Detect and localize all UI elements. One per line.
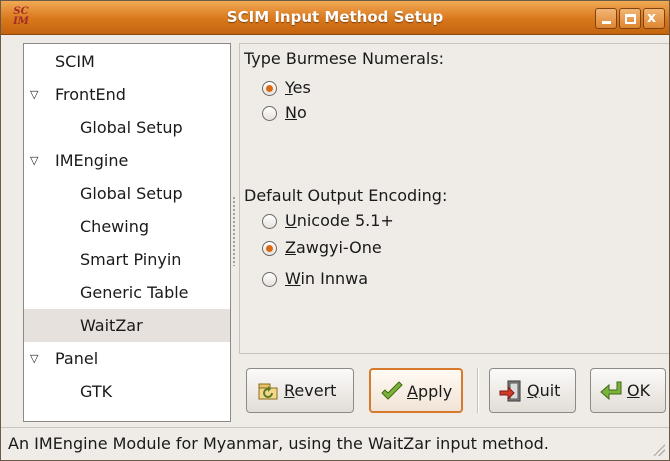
- tree-item-imengine[interactable]: ▽ IMEngine: [24, 144, 230, 177]
- radio-label: Yes: [285, 78, 311, 97]
- tree-item-generic-table[interactable]: Generic Table: [24, 276, 230, 309]
- close-icon: x: [647, 10, 657, 26]
- minimize-icon: [602, 21, 611, 24]
- tree-item-label: SCIM: [55, 52, 95, 71]
- tree-item-imengine-global-setup[interactable]: Global Setup: [24, 177, 230, 210]
- tree-item-label: GTK: [80, 382, 113, 401]
- expander-expanded-icon[interactable]: ▽: [30, 144, 38, 177]
- tree-item-label: WaitZar: [80, 316, 143, 335]
- ok-label: OK: [627, 381, 651, 400]
- radio-checked-icon: [262, 81, 277, 96]
- waitzar-settings-panel: Type Burmese Numerals: Yes No Default Ou…: [239, 43, 669, 354]
- tree-item-panel[interactable]: ▽ Panel: [24, 342, 230, 375]
- title-bar[interactable]: SC IM SCIM Input Method Setup x: [1, 1, 669, 35]
- pane-splitter[interactable]: [232, 196, 236, 266]
- radio-label: No: [285, 103, 307, 122]
- setup-window: SC IM SCIM Input Method Setup x SCIM ▽ F…: [0, 0, 670, 461]
- tree-item-label: IMEngine: [55, 151, 129, 170]
- revert-label: Revert: [284, 381, 337, 400]
- revert-icon: [258, 383, 278, 400]
- status-bar: An IMEngine Module for Myanmar, using th…: [1, 427, 669, 460]
- apply-label: Apply: [407, 382, 453, 401]
- tree-item-gtk[interactable]: GTK: [24, 375, 230, 408]
- tree-item-label: Smart Pinyin: [80, 250, 182, 269]
- settings-tree[interactable]: SCIM ▽ FrontEnd Global Setup ▽ IMEngine …: [23, 43, 231, 422]
- radio-label: Win Innwa: [285, 269, 369, 288]
- tree-item-label: Chewing: [80, 217, 149, 236]
- tree-item-label: FrontEnd: [55, 85, 126, 104]
- expander-expanded-icon[interactable]: ▽: [30, 342, 38, 375]
- expander-expanded-icon[interactable]: ▽: [30, 78, 38, 111]
- button-separator: [477, 368, 479, 413]
- tree-item-label: Global Setup: [80, 184, 183, 203]
- minimize-button[interactable]: [595, 8, 617, 29]
- enter-arrow-icon: [600, 381, 622, 401]
- tree-item-frontend-global-setup[interactable]: Global Setup: [24, 111, 230, 144]
- tree-item-waitzar[interactable]: WaitZar: [24, 309, 230, 342]
- tree-item-label: Generic Table: [80, 283, 189, 302]
- checkmark-icon: [381, 381, 403, 400]
- tree-item-chewing[interactable]: Chewing: [24, 210, 230, 243]
- tree-item-frontend[interactable]: ▽ FrontEnd: [24, 78, 230, 111]
- status-text: An IMEngine Module for Myanmar, using th…: [8, 434, 549, 453]
- numerals-group-title: Type Burmese Numerals:: [244, 49, 445, 68]
- tree-item-label: Panel: [55, 349, 99, 368]
- radio-label: Unicode 5.1+: [285, 211, 394, 230]
- close-button[interactable]: x: [643, 8, 665, 29]
- tree-item-scim[interactable]: SCIM: [24, 45, 230, 78]
- radio-label: Zawgyi-One: [285, 238, 382, 257]
- quit-label: Quit: [527, 381, 561, 400]
- radio-unchecked-icon: [262, 272, 277, 287]
- exit-door-icon: [499, 380, 521, 402]
- tree-item-label: Global Setup: [80, 118, 183, 137]
- radio-unchecked-icon: [262, 214, 277, 229]
- radio-unchecked-icon: [262, 106, 277, 121]
- radio-checked-icon: [262, 241, 277, 256]
- apply-button[interactable]: Apply: [369, 368, 463, 413]
- quit-button[interactable]: Quit: [489, 368, 576, 413]
- maximize-icon: [625, 14, 636, 24]
- revert-button[interactable]: Revert: [246, 368, 354, 413]
- resize-grip[interactable]: [653, 444, 665, 456]
- window-title: SCIM Input Method Setup: [226, 8, 444, 26]
- tree-item-smart-pinyin[interactable]: Smart Pinyin: [24, 243, 230, 276]
- encoding-group-title: Default Output Encoding:: [244, 186, 448, 205]
- maximize-button[interactable]: [619, 8, 641, 29]
- ok-button[interactable]: OK: [590, 368, 666, 413]
